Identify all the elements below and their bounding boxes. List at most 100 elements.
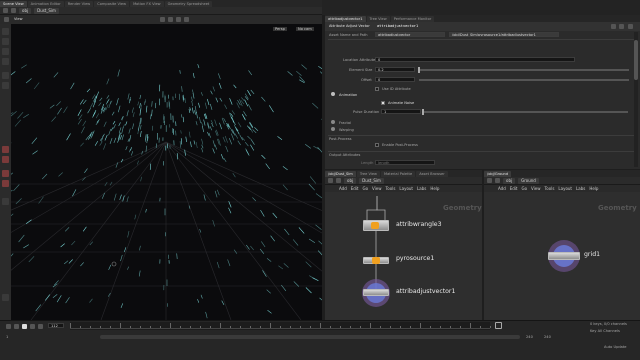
menu-view[interactable]: View [372, 186, 382, 191]
key-all-channels[interactable]: Key All Channels [590, 329, 620, 333]
particle-streak [233, 84, 237, 89]
current-frame-field[interactable]: 112 [48, 323, 64, 328]
end-frame[interactable]: 240 [526, 335, 533, 339]
animation-toggle[interactable] [331, 92, 335, 96]
node-grid1[interactable] [548, 252, 580, 260]
menu-icon[interactable] [4, 17, 9, 22]
auto-update[interactable]: Auto Update [604, 345, 627, 349]
handle-tool-icon[interactable] [2, 72, 9, 79]
element-size-field[interactable]: 0.2 [375, 67, 415, 72]
particle-streak [49, 104, 55, 109]
pulse-field[interactable]: 1 [381, 109, 421, 114]
menu-add[interactable]: Add [339, 186, 347, 191]
skip-end-icon[interactable] [38, 324, 43, 329]
element-size-label: Element Size [349, 68, 373, 72]
path-root[interactable]: obj [19, 7, 32, 14]
node-label-grid1[interactable]: grid1 [584, 251, 600, 258]
warping-toggle[interactable] [331, 127, 335, 131]
path-root-2[interactable]: obj [344, 177, 357, 184]
shading-icon[interactable] [168, 17, 173, 22]
element-size-handle[interactable] [418, 67, 420, 73]
viewport[interactable]: Persp No cam [11, 24, 322, 320]
animate-noise-checkbox[interactable] [381, 101, 385, 105]
back-icon[interactable] [3, 8, 8, 13]
network-left-canvas[interactable]: Geometry attribwrangle3 pyrosource1 attr… [325, 192, 482, 320]
pulse-slider[interactable] [423, 111, 628, 113]
menu-view-2[interactable]: View [531, 186, 541, 191]
skip-start-icon[interactable] [6, 324, 11, 329]
path-node-3[interactable]: Ground [518, 177, 539, 184]
particle-streak [318, 240, 322, 245]
timeline-tick [260, 326, 261, 328]
asset-name-field[interactable]: attribadjustvector [375, 32, 445, 37]
menu-edit[interactable]: Edit [351, 186, 359, 191]
home-icon[interactable] [2, 294, 9, 301]
fractal-toggle[interactable] [331, 120, 335, 124]
view-tool-icon[interactable] [2, 82, 9, 89]
path-node-2[interactable]: Dust_Sim [359, 177, 384, 184]
menu-labs-2[interactable]: Labs [576, 186, 585, 191]
lighting-icon[interactable] [176, 17, 181, 22]
menu-go[interactable]: Go [363, 186, 369, 191]
back-icon-3[interactable] [487, 178, 492, 183]
display-option-icon[interactable] [160, 17, 165, 22]
timeline-tick [70, 323, 71, 328]
move-tool-icon[interactable] [2, 38, 9, 45]
enable-post-checkbox[interactable] [375, 143, 379, 147]
menu-add-2[interactable]: Add [498, 186, 506, 191]
use-id-checkbox[interactable] [375, 87, 379, 91]
menu-layout[interactable]: Layout [399, 186, 413, 191]
node-name[interactable]: attribadjustvector1 [377, 24, 418, 28]
grid-toggle-icon[interactable] [184, 17, 189, 22]
menu-layout-2[interactable]: Layout [558, 186, 572, 191]
node-label-attribadjustvector1[interactable]: attribadjustvector1 [396, 288, 455, 295]
step-back-icon[interactable] [14, 324, 19, 329]
params-scrollbar[interactable] [634, 32, 638, 167]
menu-tools-2[interactable]: Tools [545, 186, 555, 191]
frame-marker[interactable] [495, 322, 502, 329]
forward-icon-3[interactable] [495, 178, 500, 183]
particle-streak [11, 172, 13, 175]
range-slider[interactable] [100, 335, 520, 339]
length-field[interactable]: length [375, 160, 435, 165]
asset-path-field[interactable]: /obj/Dust_Sim/pyrosource1/attribadjustve… [449, 32, 559, 37]
start-frame[interactable]: 1 [6, 335, 8, 339]
node-label-pyrosource1[interactable]: pyrosource1 [396, 255, 434, 262]
element-size-slider[interactable] [419, 69, 629, 71]
path-node[interactable]: Dust_Sim [34, 7, 59, 14]
snap-icon[interactable] [2, 146, 9, 153]
menu-help-2[interactable]: Help [589, 186, 598, 191]
offset-field[interactable]: 0 [375, 77, 415, 82]
help-icon[interactable] [619, 24, 624, 29]
node-label-attribwrangle3[interactable]: attribwrangle3 [396, 221, 442, 228]
menu-tools[interactable]: Tools [386, 186, 396, 191]
menu-labs[interactable]: Labs [417, 186, 426, 191]
path-root-3[interactable]: obj [503, 177, 516, 184]
snap-grid-icon[interactable] [2, 156, 9, 163]
info-icon[interactable] [628, 24, 633, 29]
camera-icon[interactable] [2, 198, 9, 205]
forward-icon-2[interactable] [336, 178, 341, 183]
menu-go-2[interactable]: Go [522, 186, 528, 191]
select-tool-icon[interactable] [2, 28, 9, 35]
rotate-tool-icon[interactable] [2, 48, 9, 55]
network-right-canvas[interactable]: Geometry grid1 [484, 192, 640, 320]
menu-edit-2[interactable]: Edit [510, 186, 518, 191]
timeline-ruler[interactable] [70, 322, 491, 330]
particle-streak [137, 127, 140, 135]
pivot-icon[interactable] [2, 170, 9, 177]
gear-icon[interactable] [611, 24, 616, 29]
node-attribadjustvector1[interactable] [363, 289, 389, 296]
end-frame-2[interactable]: 240 [544, 335, 551, 339]
offset-slider[interactable] [419, 79, 629, 81]
play-icon[interactable] [22, 324, 27, 329]
back-icon-2[interactable] [328, 178, 333, 183]
scale-tool-icon[interactable] [2, 58, 9, 65]
constraint-icon[interactable] [2, 180, 9, 187]
particle-streak [70, 82, 75, 90]
pulse-handle[interactable] [422, 109, 424, 115]
forward-icon[interactable] [11, 8, 16, 13]
menu-help[interactable]: Help [430, 186, 439, 191]
location-field[interactable]: 0 [375, 57, 575, 62]
step-forward-icon[interactable] [30, 324, 35, 329]
